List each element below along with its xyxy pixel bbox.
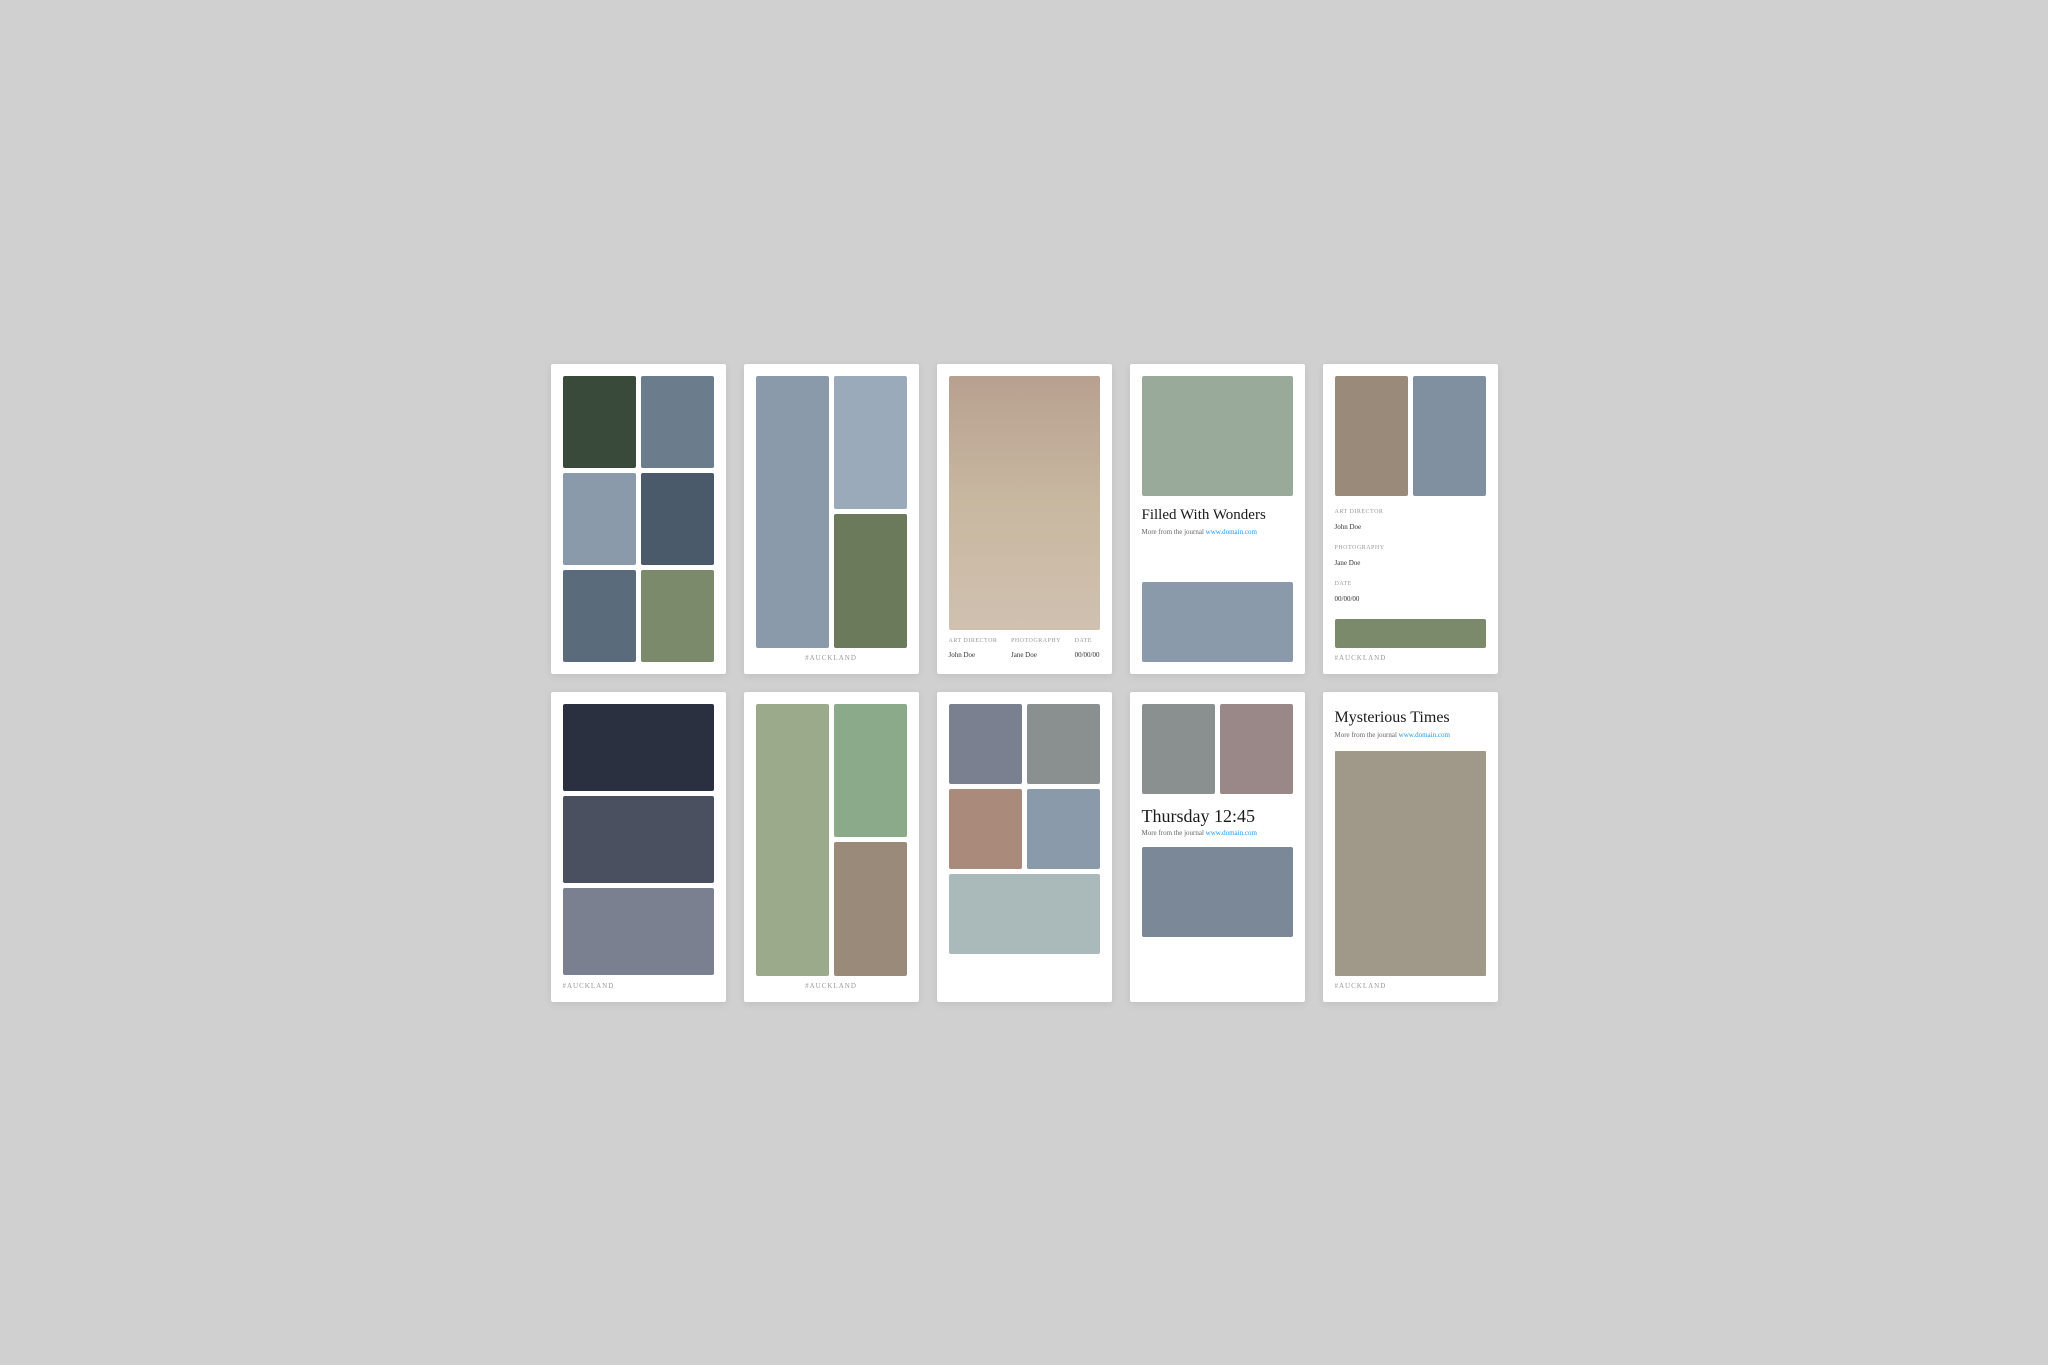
filled-with-wonders-link[interactable]: www.domain.com bbox=[1206, 528, 1257, 536]
photo-waterfall-tall bbox=[756, 376, 829, 648]
thursday-link[interactable]: www.domain.com bbox=[1206, 829, 1257, 837]
photo-house-lake bbox=[834, 704, 907, 838]
art-director-label: Art Director bbox=[949, 638, 998, 644]
date-value: 00/00/00 bbox=[1075, 651, 1100, 659]
gallery-grid: #AUCKLAND Art Director John Doe Photogra… bbox=[551, 364, 1498, 1002]
art-director-label-5: Art Director bbox=[1335, 509, 1486, 515]
mysterious-times-title: Mysterious Times bbox=[1335, 708, 1486, 727]
photo-woman-red bbox=[1335, 376, 1408, 496]
card-mysterious-times: Mysterious Times More from the journal w… bbox=[1323, 692, 1498, 1002]
photo-1-5 bbox=[563, 570, 636, 662]
card-portrait-info: Art Director John Doe Photography Jane D… bbox=[937, 364, 1112, 674]
card-rocks-water bbox=[937, 692, 1112, 1002]
photo-1-4 bbox=[641, 473, 714, 565]
art-director-col: Art Director John Doe bbox=[949, 638, 998, 662]
card-6-label: #AUCKLAND bbox=[563, 982, 714, 990]
date-label-5: Date bbox=[1335, 581, 1486, 587]
photo-red-rocks bbox=[949, 789, 1022, 869]
filled-with-wonders-subtitle: More from the journal www.domain.com bbox=[1142, 528, 1293, 536]
photography-label: Photography bbox=[1011, 638, 1061, 644]
card-5-label: #AUCKLAND bbox=[1335, 654, 1486, 662]
photo-1-1 bbox=[563, 376, 636, 468]
card-art-director: Art Director John Doe Photography Jane D… bbox=[1323, 364, 1498, 674]
card-filled-with-wonders: Filled With Wonders More from the journa… bbox=[1130, 364, 1305, 674]
photo-woman-blue bbox=[1413, 376, 1486, 496]
photo-man-glasses bbox=[1142, 704, 1215, 794]
photo-forest-bridge bbox=[834, 514, 907, 648]
photo-rocks-water1 bbox=[949, 704, 1022, 784]
photo-1-3 bbox=[563, 473, 636, 565]
photo-red-jacket bbox=[834, 842, 907, 976]
date-block-5: Date 00/00/00 bbox=[1335, 577, 1486, 610]
thursday-title: Thursday 12:45 bbox=[1142, 807, 1293, 827]
photo-1-2 bbox=[641, 376, 714, 468]
card-waterfall: #AUCKLAND bbox=[744, 364, 919, 674]
mysterious-times-subtitle: More from the journal www.domain.com bbox=[1335, 731, 1486, 739]
photo-man-jacket bbox=[1142, 847, 1293, 937]
photo-coast-figure bbox=[1027, 789, 1100, 869]
photography-label-5: Photography bbox=[1335, 545, 1486, 551]
photography-block-5: Photography Jane Doe bbox=[1335, 541, 1486, 574]
photo-woman-profile bbox=[1142, 376, 1293, 496]
photo-misty-water bbox=[949, 874, 1100, 954]
date-col: Date 00/00/00 bbox=[1075, 638, 1100, 662]
art-director-value: John Doe bbox=[949, 651, 976, 659]
photo-woman-forest bbox=[1335, 751, 1486, 976]
photo-rocks-coast bbox=[1142, 582, 1293, 662]
art-director-block-5: Art Director John Doe bbox=[1335, 505, 1486, 538]
photo-outdoor-people bbox=[756, 704, 829, 976]
card-photo-grid-6 bbox=[551, 364, 726, 674]
card-7-label: #AUCKLAND bbox=[756, 982, 907, 990]
photo-mountain-fog bbox=[563, 888, 714, 975]
photo-dark-woman bbox=[563, 704, 714, 791]
photo-woman-field-5 bbox=[1335, 619, 1486, 648]
art-director-value-5: John Doe bbox=[1335, 523, 1362, 531]
date-label: Date bbox=[1075, 638, 1100, 644]
thursday-subtitle: More from the journal www.domain.com bbox=[1142, 829, 1293, 837]
photography-value-5: Jane Doe bbox=[1335, 559, 1361, 567]
card-outdoor-grid: #AUCKLAND bbox=[744, 692, 919, 1002]
card-thursday: Thursday 12:45 More from the journal www… bbox=[1130, 692, 1305, 1002]
photo-waterfall2 bbox=[834, 376, 907, 510]
photo-1-6 bbox=[641, 570, 714, 662]
mysterious-times-link[interactable]: www.domain.com bbox=[1399, 731, 1450, 739]
photography-value: Jane Doe bbox=[1011, 651, 1037, 659]
photo-woman-sunglasses bbox=[1220, 704, 1293, 794]
card-10-label: #AUCKLAND bbox=[1335, 982, 1486, 990]
date-value-5: 00/00/00 bbox=[1335, 595, 1360, 603]
photo-sitting-rocks bbox=[1027, 704, 1100, 784]
photo-woman-hair bbox=[949, 376, 1100, 630]
photography-col: Photography Jane Doe bbox=[1011, 638, 1061, 662]
filled-with-wonders-title: Filled With Wonders bbox=[1142, 506, 1293, 524]
card-2-label: #AUCKLAND bbox=[756, 654, 907, 662]
card-dark-photos: #AUCKLAND bbox=[551, 692, 726, 1002]
photo-truck bbox=[563, 796, 714, 883]
